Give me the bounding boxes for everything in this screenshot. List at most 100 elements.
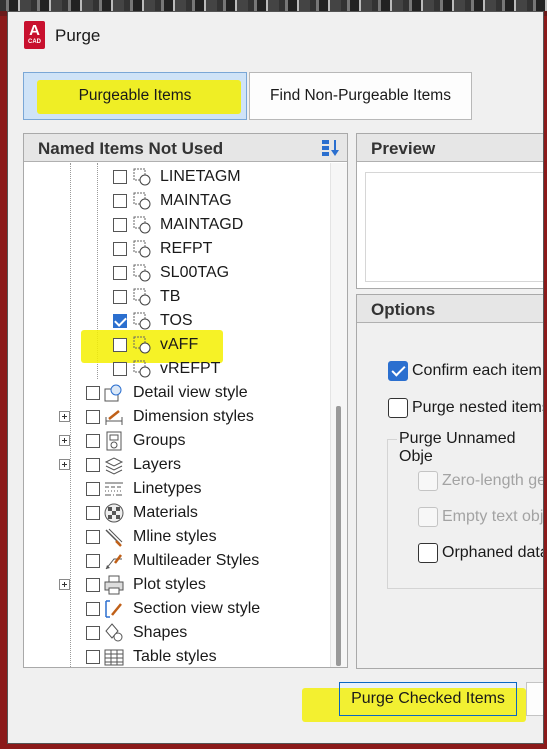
category-label: Layers (133, 456, 182, 473)
item-checkbox[interactable] (113, 170, 127, 184)
block-icon (133, 360, 151, 378)
category-checkbox[interactable] (86, 602, 100, 616)
category-checkbox[interactable] (86, 434, 100, 448)
category-checkbox[interactable] (86, 650, 100, 664)
tree-category-groups[interactable]: Groups (24, 429, 330, 453)
item-label: vAFF (160, 336, 199, 353)
tree-category-linetypes[interactable]: Linetypes (24, 477, 330, 501)
category-checkbox[interactable] (86, 506, 100, 520)
layers-icon (104, 457, 124, 475)
tree-category-plot-styles[interactable]: Plot styles (24, 573, 330, 597)
tree-category-dimension-styles[interactable]: Dimension styles (24, 405, 330, 429)
block-icon (133, 192, 151, 210)
purge-unnamed-objects-title: Purge Unnamed Obje (397, 430, 543, 466)
category-label: Materials (133, 504, 198, 521)
item-checkbox[interactable] (113, 362, 127, 376)
category-label: Mline styles (133, 528, 217, 545)
zero-length-geometry-checkbox[interactable] (418, 471, 438, 491)
tab-find-non-purgeable-items[interactable]: Find Non-Purgeable Items (249, 72, 472, 120)
groups-icon (106, 431, 122, 451)
orphaned-data-label: Orphaned data (442, 544, 544, 561)
block-icon (133, 240, 151, 258)
autocad-app-icon: A CAD (24, 21, 45, 49)
empty-text-objects-checkbox[interactable] (418, 507, 438, 527)
item-checkbox[interactable] (113, 266, 127, 280)
tree-scrollbar[interactable] (330, 163, 347, 667)
options-header: Options (357, 295, 543, 323)
tree-item-vaff[interactable]: vAFF (24, 333, 330, 357)
category-checkbox[interactable] (86, 386, 100, 400)
item-checkbox[interactable] (113, 218, 127, 232)
tree-item-maintagd[interactable]: MAINTAGD (24, 213, 330, 237)
dimension-icon (105, 410, 123, 425)
category-checkbox[interactable] (86, 410, 100, 424)
block-icon (133, 288, 151, 306)
item-label: MAINTAGD (160, 216, 244, 233)
category-label: Multileader Styles (133, 552, 260, 569)
category-label: Shapes (133, 624, 188, 641)
sort-tree-icon[interactable] (321, 138, 341, 158)
expand-plus-icon[interactable] (59, 411, 70, 422)
tree-item-vrefpt[interactable]: vREFPT (24, 357, 330, 381)
section-view-icon (105, 600, 122, 618)
tree-item-refpt[interactable]: REFPT (24, 237, 330, 261)
tree-item-sl00tag[interactable]: SL00TAG (24, 261, 330, 285)
app-icon-letter: A (29, 22, 40, 39)
tree-category-mline-styles[interactable]: Mline styles (24, 525, 330, 549)
category-checkbox[interactable] (86, 626, 100, 640)
item-checkbox[interactable] (113, 290, 127, 304)
item-label: SL00TAG (160, 264, 230, 281)
tree-category-materials[interactable]: Materials (24, 501, 330, 525)
category-checkbox[interactable] (86, 458, 100, 472)
item-checkbox[interactable] (113, 194, 127, 208)
preview-header: Preview (357, 134, 543, 162)
purge-all-button[interactable] (526, 682, 543, 716)
tree-category-layers[interactable]: Layers (24, 453, 330, 477)
confirm-each-item-label: Confirm each item (412, 362, 542, 379)
item-label: MAINTAG (160, 192, 232, 209)
scrollbar-thumb[interactable] (336, 406, 341, 666)
shapes-icon (105, 623, 123, 642)
tree-item-tos[interactable]: TOS (24, 309, 330, 333)
purge-tree[interactable]: LINETAGM MAINTAG MAINTAGD REFPT SL00TAG (24, 163, 330, 667)
confirm-each-item-checkbox[interactable] (388, 361, 408, 381)
tree-category-section-view-style[interactable]: Section view style (24, 597, 330, 621)
mline-icon (105, 528, 123, 547)
expand-plus-icon[interactable] (59, 435, 70, 446)
category-label: Plot styles (133, 576, 206, 593)
tree-category-multileader-styles[interactable]: Multileader Styles (24, 549, 330, 573)
preview-area (365, 172, 543, 282)
purge-checked-items-label: Purge Checked Items (339, 682, 517, 716)
materials-icon (104, 503, 124, 523)
expand-plus-icon[interactable] (59, 579, 70, 590)
item-label: vREFPT (160, 360, 221, 377)
category-checkbox[interactable] (86, 578, 100, 592)
empty-text-objects-label: Empty text obj (442, 508, 544, 525)
item-checkbox[interactable] (113, 338, 127, 352)
tree-category-detail-view-style[interactable]: Detail view style (24, 381, 330, 405)
tree-item-tb[interactable]: TB (24, 285, 330, 309)
tree-category-shapes[interactable]: Shapes (24, 621, 330, 645)
tree-item-maintag[interactable]: MAINTAG (24, 189, 330, 213)
tree-item-linetagm[interactable]: LINETAGM (24, 165, 330, 189)
block-icon (133, 216, 151, 234)
plot-styles-icon (104, 575, 124, 595)
category-label: Detail view style (133, 384, 248, 401)
block-icon (133, 312, 151, 330)
table-styles-icon (104, 649, 124, 666)
item-checkbox[interactable] (113, 242, 127, 256)
expand-plus-icon[interactable] (59, 459, 70, 470)
orphaned-data-checkbox[interactable] (418, 543, 438, 563)
tree-category-table-styles[interactable]: Table styles (24, 645, 330, 667)
item-checkbox-checked[interactable] (113, 314, 127, 328)
purge-nested-items-label: Purge nested items (412, 399, 544, 416)
purge-dialog: A CAD Purge Purgeable Items Find Non-Pur… (7, 11, 544, 744)
block-icon (133, 264, 151, 282)
category-checkbox[interactable] (86, 482, 100, 496)
purge-nested-items-checkbox[interactable] (388, 398, 408, 418)
multileader-icon (105, 554, 122, 570)
category-checkbox[interactable] (86, 554, 100, 568)
named-items-panel: Named Items Not Used LINETAGM MAINTAG MA… (23, 133, 348, 668)
category-checkbox[interactable] (86, 530, 100, 544)
tab-purgeable-items-label: Purgeable Items (78, 87, 192, 104)
